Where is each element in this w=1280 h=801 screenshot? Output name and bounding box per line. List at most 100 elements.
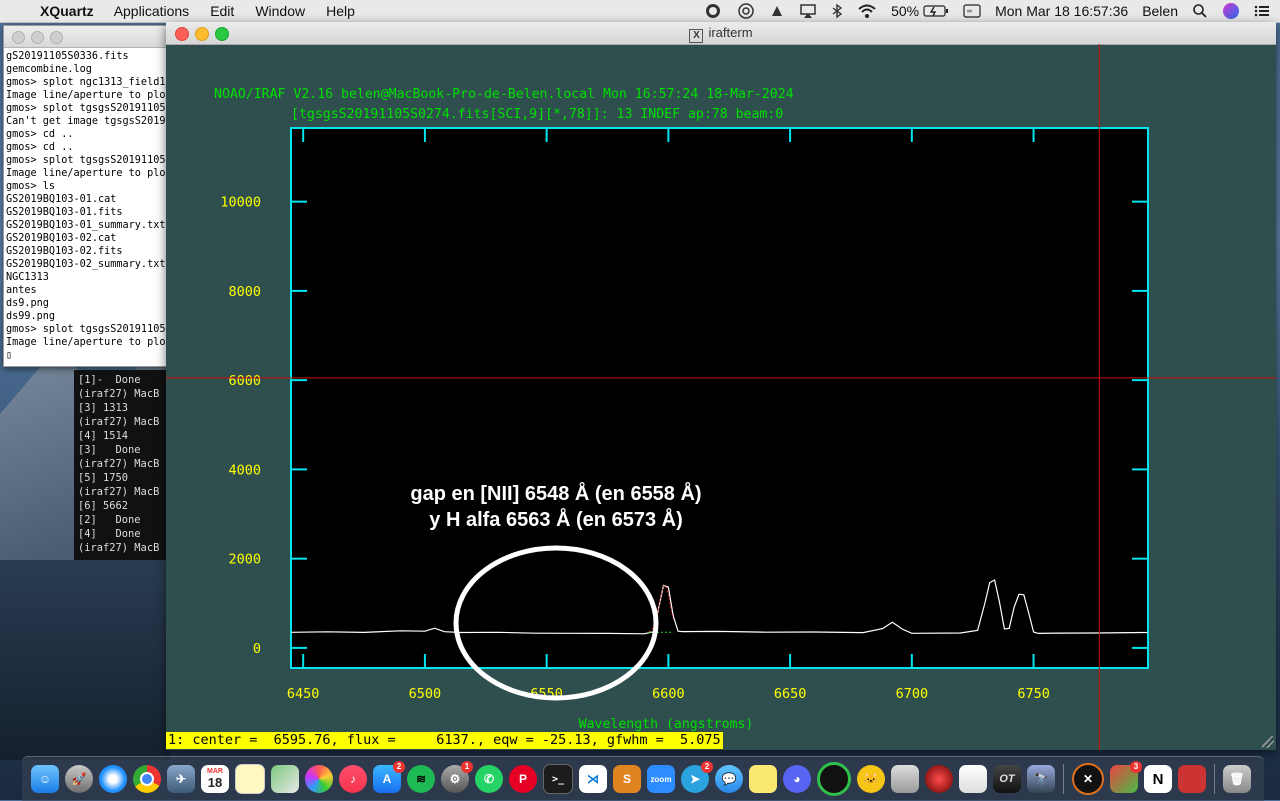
app-store-badge: 2	[393, 761, 405, 773]
discord-icon[interactable]: ◕	[783, 765, 811, 793]
irafterm-window[interactable]: Xirafterm NOAO/IRAF V2.16 belen@MacBook-…	[166, 22, 1276, 750]
maps-icon[interactable]	[271, 765, 299, 793]
textedit-icon[interactable]	[959, 765, 987, 793]
y-tick-label: 10000	[220, 195, 261, 211]
xquartz-icon[interactable]: ✕	[1072, 763, 1104, 795]
xterm-line: Can't get image tgsgsS201911	[6, 116, 169, 127]
bgterm-line: [4] Done	[78, 528, 141, 540]
menu-applications[interactable]: Applications	[114, 3, 190, 19]
messages-icon[interactable]: 💬	[715, 765, 743, 793]
spotify-icon[interactable]: ≋	[407, 765, 435, 793]
archive-utility-icon[interactable]	[891, 765, 919, 793]
x-tick-label: 6500	[409, 686, 442, 702]
window-resize-handle[interactable]	[1262, 736, 1274, 748]
notification-center-icon[interactable]	[1254, 4, 1270, 18]
vscode-icon[interactable]: ⋊	[579, 765, 607, 793]
xterm-line: NGC1313	[6, 272, 49, 283]
xterm-line: Image line/aperture to plot	[6, 168, 170, 179]
menu-help[interactable]: Help	[326, 3, 355, 19]
xterm-output[interactable]: gS20191105S0336.fits gemcombine.log gmos…	[4, 48, 169, 364]
background-terminal[interactable]: [1]- Done (iraf27) MacB [3] 1313 (iraf27…	[74, 370, 170, 560]
activity-ring-icon[interactable]	[817, 762, 851, 796]
zoom-label: zoom	[650, 774, 672, 784]
system-preferences-icon[interactable]: ⚙ 1	[441, 761, 473, 793]
xterm-line: Image line/aperture to plot	[6, 90, 170, 101]
photo-booth-icon[interactable]	[1178, 765, 1206, 793]
bgterm-line: [3] 1313	[78, 402, 129, 414]
telescope-icon[interactable]: 🔭	[1027, 765, 1055, 793]
bluetooth-icon[interactable]	[831, 3, 843, 19]
airplay-icon[interactable]	[799, 3, 817, 19]
bgterm-line: (iraf27) MacB	[78, 458, 160, 470]
telegram-icon[interactable]: ➤ 2	[681, 761, 713, 793]
xterm-line: GS2019BQ103-02.cat	[6, 233, 117, 244]
x11-logo-icon: X	[689, 29, 704, 43]
toolbox-icon[interactable]: 3	[1110, 761, 1142, 793]
x-axis-label: Wavelength (angstroms)	[579, 717, 754, 732]
graph-header-line2: [tgsgsS20191105S0274.fits[SCI,9][*,78]]:…	[291, 107, 783, 122]
bgterm-line: [6] 5662	[78, 500, 129, 512]
pinterest-icon[interactable]: P	[509, 765, 537, 793]
app-menu-xquartz[interactable]: XQuartz	[40, 3, 94, 19]
plot-frame	[290, 127, 1149, 669]
preview-icon[interactable]: ✈	[167, 765, 195, 793]
spotlight-search-icon[interactable]	[1192, 3, 1208, 19]
xterm-line: GS2019BQ103-02_summary.txt	[6, 259, 166, 270]
xterm-titlebar[interactable]	[4, 26, 169, 48]
bgterm-line: (iraf27) MacB	[78, 486, 160, 498]
sublime-text-icon[interactable]: S	[613, 765, 641, 793]
minimize-button[interactable]	[31, 31, 44, 44]
music-icon[interactable]: ♪	[339, 765, 367, 793]
xterm-line: gemcombine.log	[6, 64, 92, 75]
keyboard-input-icon[interactable]: ⌨	[963, 4, 981, 18]
launchpad-icon[interactable]: 🚀	[65, 765, 93, 793]
trash-icon[interactable]: 🗑	[1223, 765, 1251, 793]
x-tick-label: 6650	[774, 686, 807, 702]
calendar-icon[interactable]: MAR 18	[201, 765, 229, 793]
finder-icon[interactable]: ☺	[31, 765, 59, 793]
zoom-button[interactable]	[50, 31, 63, 44]
ot-app-icon[interactable]: OT	[993, 765, 1021, 793]
bgterm-line: (iraf27) MacB	[78, 542, 160, 554]
background-terminal-output: [1]- Done (iraf27) MacB [3] 1313 (iraf27…	[74, 370, 170, 555]
xterm-line: GS2019BQ103-02.fits	[6, 246, 123, 257]
notes-icon[interactable]	[235, 764, 265, 794]
stickies-icon[interactable]	[749, 765, 777, 793]
x-tick-labels: 6450 6500 6550 6600 6650 6700 6750	[287, 686, 1050, 702]
notion-icon[interactable]: N	[1144, 765, 1172, 793]
bgterm-line: (iraf27) MacB	[78, 388, 160, 400]
zoom-icon[interactable]: zoom	[647, 765, 675, 793]
wifi-icon[interactable]	[857, 3, 877, 19]
creative-cloud-icon[interactable]	[703, 3, 723, 19]
siri-icon[interactable]	[1222, 2, 1240, 20]
close-button[interactable]	[12, 31, 25, 44]
photos-icon[interactable]	[305, 765, 333, 793]
irafterm-titlebar[interactable]: Xirafterm	[166, 22, 1276, 45]
menubar-clock[interactable]: Mon Mar 18 16:57:36	[995, 3, 1128, 19]
safari-icon[interactable]	[99, 765, 127, 793]
app-store-icon[interactable]: A2	[373, 761, 405, 793]
x-tick-label: 6450	[287, 686, 320, 702]
xterm-line: GS2019BQ103-01_summary.txt	[6, 220, 166, 231]
cat-app-icon[interactable]: 🐱	[857, 765, 885, 793]
ds9-icon[interactable]	[925, 765, 953, 793]
y-tick-labels: 0 2000 4000 6000 8000 10000	[220, 195, 261, 657]
annotation-text-line1: gap en [NII] 6548 Å (en 6558 Å)	[410, 481, 701, 505]
whatsapp-icon[interactable]: ✆	[475, 765, 503, 793]
splot-graph[interactable]: NOAO/IRAF V2.16 belen@MacBook-Pro-de-Bel…	[166, 44, 1276, 750]
chrome-icon[interactable]	[133, 765, 161, 793]
menu-window[interactable]: Window	[255, 3, 305, 19]
menubar-user[interactable]: Belen	[1142, 3, 1178, 19]
xterm-window[interactable]: gS20191105S0336.fits gemcombine.log gmos…	[3, 25, 170, 367]
battery-icon[interactable]	[923, 4, 949, 18]
dock: ☺ 🚀 ✈ MAR 18 ♪ A2 ≋ ⚙ 1 ✆ P >_ ⋊ S zoom ➤ 2…	[22, 756, 1264, 801]
calendar-day: 18	[207, 775, 223, 790]
menu-bar: XQuartz Applications Edit Window Help 50…	[0, 0, 1280, 23]
x-tick-label: 6600	[652, 686, 685, 702]
xterm-line: GS2019BQ103-01.fits	[6, 207, 123, 218]
terminal-icon[interactable]: >_	[543, 764, 573, 794]
pen-tool-icon[interactable]	[769, 3, 785, 19]
menu-edit[interactable]: Edit	[210, 3, 234, 19]
spiral-icon[interactable]	[737, 3, 755, 19]
dock-separator	[1214, 764, 1215, 794]
